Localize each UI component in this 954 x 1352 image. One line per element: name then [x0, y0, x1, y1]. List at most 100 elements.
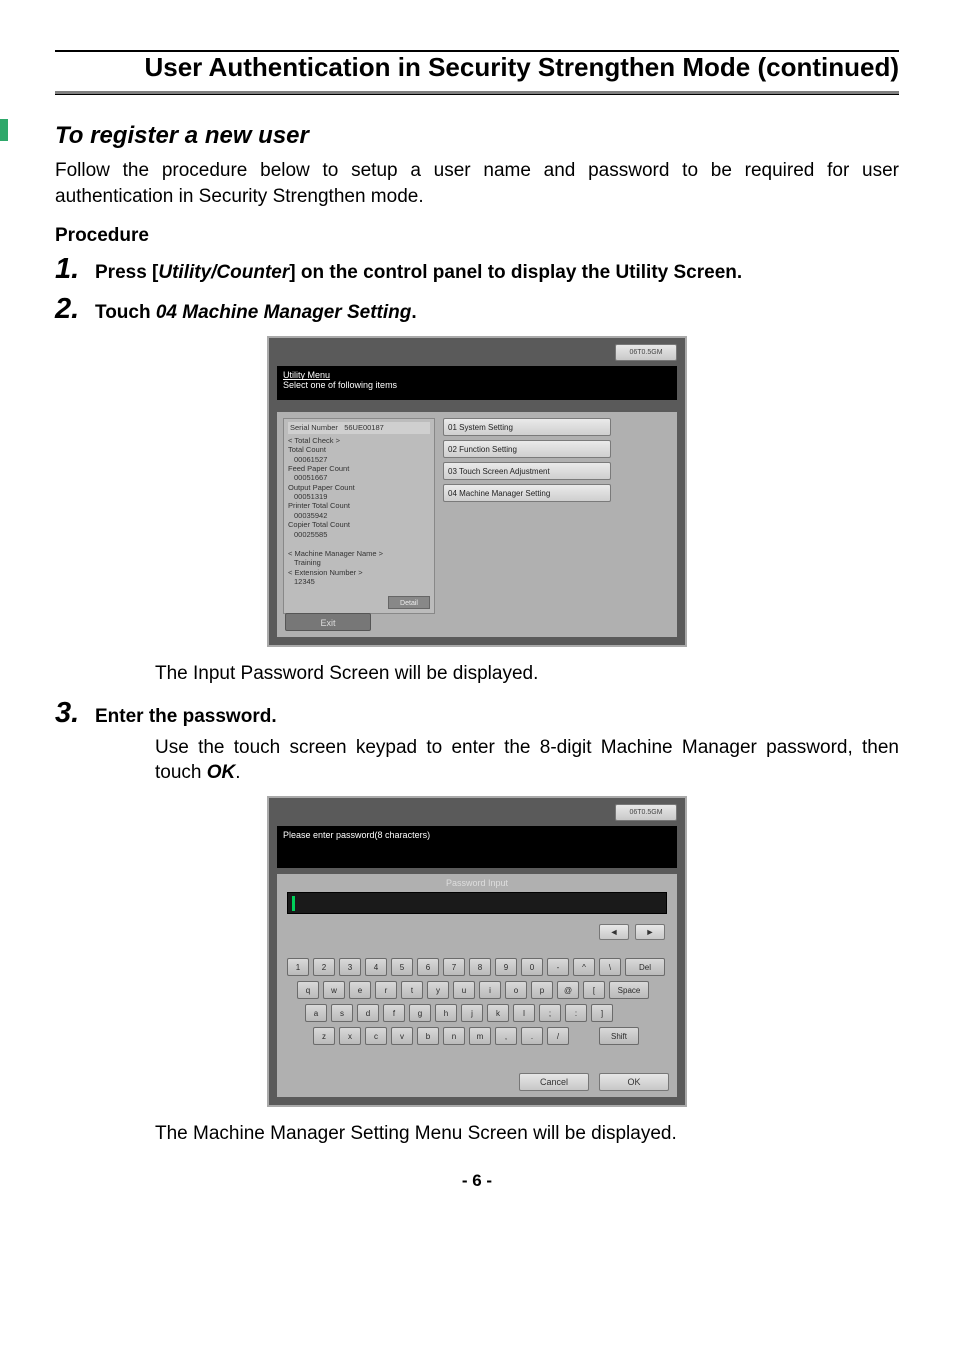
after-shot2-text: The Machine Manager Setting Menu Screen …	[155, 1121, 899, 1147]
detail-button[interactable]: Detail	[388, 596, 430, 609]
key-c[interactable]: c	[365, 1027, 387, 1045]
machine-manager-name-value: Training	[288, 558, 430, 567]
text-cursor	[292, 896, 295, 911]
key-bracket-close[interactable]: ]	[591, 1004, 613, 1022]
password-input-label: Password Input	[446, 878, 508, 888]
step-2: 2. Touch 04 Machine Manager Setting.	[55, 293, 899, 327]
key-i[interactable]: i	[479, 981, 501, 999]
step-1-pre: Press [	[95, 262, 158, 283]
step-3-body-em: OK	[207, 762, 236, 783]
key-backslash[interactable]: \	[599, 958, 621, 976]
key-6[interactable]: 6	[417, 958, 439, 976]
serial-number-label: Serial Number	[290, 423, 338, 432]
cursor-right-button[interactable]: ►	[635, 924, 665, 940]
key-p[interactable]: p	[531, 981, 553, 999]
key-j[interactable]: j	[461, 1004, 483, 1022]
key-5[interactable]: 5	[391, 958, 413, 976]
utility-menu-screenshot: 06T0.5GM Utility Menu Select one of foll…	[267, 336, 687, 647]
step-2-text: Touch 04 Machine Manager Setting.	[95, 300, 899, 327]
key-0[interactable]: 0	[521, 958, 543, 976]
exit-button[interactable]: Exit	[285, 613, 371, 631]
keyboard-row-1: 1 2 3 4 5 6 7 8 9 0 - ^ \ Del	[287, 958, 667, 976]
header-underline	[55, 91, 899, 95]
keyboard-row-4: z x c v b n m , . / Shift	[287, 1027, 667, 1045]
key-period[interactable]: .	[521, 1027, 543, 1045]
key-m[interactable]: m	[469, 1027, 491, 1045]
step-3-body-pre: Use the touch screen keypad to enter the…	[155, 737, 899, 784]
key-4[interactable]: 4	[365, 958, 387, 976]
key-colon[interactable]: :	[565, 1004, 587, 1022]
key-9[interactable]: 9	[495, 958, 517, 976]
step-3: 3. Enter the password.	[55, 697, 899, 731]
key-y[interactable]: y	[427, 981, 449, 999]
extension-number-value: 12345	[288, 577, 430, 586]
step-2-number: 2.	[55, 293, 95, 326]
total-count-value: 00061527	[288, 455, 430, 464]
utility-menu-body: Serial Number 56UE00187 < Total Check > …	[277, 412, 677, 637]
key-t[interactable]: t	[401, 981, 423, 999]
key-k[interactable]: k	[487, 1004, 509, 1022]
step-1: 1. Press [Utility/Counter] on the contro…	[55, 253, 899, 287]
key-shift[interactable]: Shift	[599, 1027, 639, 1045]
key-a[interactable]: a	[305, 1004, 327, 1022]
key-l[interactable]: l	[513, 1004, 535, 1022]
key-1[interactable]: 1	[287, 958, 309, 976]
counter-info-panel: Serial Number 56UE00187 < Total Check > …	[283, 418, 435, 614]
key-7[interactable]: 7	[443, 958, 465, 976]
key-del[interactable]: Del	[625, 958, 665, 976]
key-caret[interactable]: ^	[573, 958, 595, 976]
step-3-number: 3.	[55, 697, 95, 730]
password-input-field[interactable]	[287, 892, 667, 914]
job-memory-indicator: 06T0.5GM	[615, 344, 677, 361]
key-o[interactable]: o	[505, 981, 527, 999]
key-comma[interactable]: ,	[495, 1027, 517, 1045]
key-space[interactable]: Space	[609, 981, 649, 999]
key-at[interactable]: @	[557, 981, 579, 999]
key-e[interactable]: e	[349, 981, 371, 999]
menu-04-machine-manager-setting[interactable]: 04 Machine Manager Setting	[443, 484, 611, 502]
key-n[interactable]: n	[443, 1027, 465, 1045]
utility-menu-title-bar: Utility Menu Select one of following ite…	[277, 366, 677, 400]
keyboard-row-3: a s d f g h j k l ; : ]	[287, 1004, 667, 1022]
extension-number-label: < Extension Number >	[288, 568, 430, 577]
key-z[interactable]: z	[313, 1027, 335, 1045]
copier-total-value: 00025585	[288, 530, 430, 539]
step-3-text: Enter the password.	[95, 704, 899, 731]
menu-01-system-setting[interactable]: 01 System Setting	[443, 418, 611, 436]
job-memory-indicator-2: 06T0.5GM	[615, 804, 677, 821]
key-semicolon[interactable]: ;	[539, 1004, 561, 1022]
copier-total-label: Copier Total Count	[288, 520, 430, 529]
key-2[interactable]: 2	[313, 958, 335, 976]
key-f[interactable]: f	[383, 1004, 405, 1022]
key-h[interactable]: h	[435, 1004, 457, 1022]
password-title-bar: Please enter password(8 characters)	[277, 826, 677, 868]
key-s[interactable]: s	[331, 1004, 353, 1022]
key-v[interactable]: v	[391, 1027, 413, 1045]
key-bracket-open[interactable]: [	[583, 981, 605, 999]
password-input-screenshot: 06T0.5GM Please enter password(8 charact…	[267, 796, 687, 1107]
printer-total-label: Printer Total Count	[288, 501, 430, 510]
key-3[interactable]: 3	[339, 958, 361, 976]
key-q[interactable]: q	[297, 981, 319, 999]
cancel-button[interactable]: Cancel	[519, 1073, 589, 1091]
menu-03-touch-screen-adjustment[interactable]: 03 Touch Screen Adjustment	[443, 462, 611, 480]
menu-02-function-setting[interactable]: 02 Function Setting	[443, 440, 611, 458]
key-8[interactable]: 8	[469, 958, 491, 976]
step-2-em: 04 Machine Manager Setting	[156, 302, 412, 323]
key-r[interactable]: r	[375, 981, 397, 999]
key-w[interactable]: w	[323, 981, 345, 999]
key-u[interactable]: u	[453, 981, 475, 999]
key-g[interactable]: g	[409, 1004, 431, 1022]
output-paper-label: Output Paper Count	[288, 483, 430, 492]
key-x[interactable]: x	[339, 1027, 361, 1045]
key-slash[interactable]: /	[547, 1027, 569, 1045]
keyboard-row-2: q w e r t y u i o p @ [ Space	[287, 981, 667, 999]
key-b[interactable]: b	[417, 1027, 439, 1045]
page-header-title: User Authentication in Security Strength…	[144, 52, 899, 82]
intro-paragraph: Follow the procedure below to setup a us…	[55, 158, 899, 209]
key-d[interactable]: d	[357, 1004, 379, 1022]
cursor-left-button[interactable]: ◄	[599, 924, 629, 940]
key-minus[interactable]: -	[547, 958, 569, 976]
ok-button[interactable]: OK	[599, 1073, 669, 1091]
procedure-label: Procedure	[55, 225, 899, 247]
